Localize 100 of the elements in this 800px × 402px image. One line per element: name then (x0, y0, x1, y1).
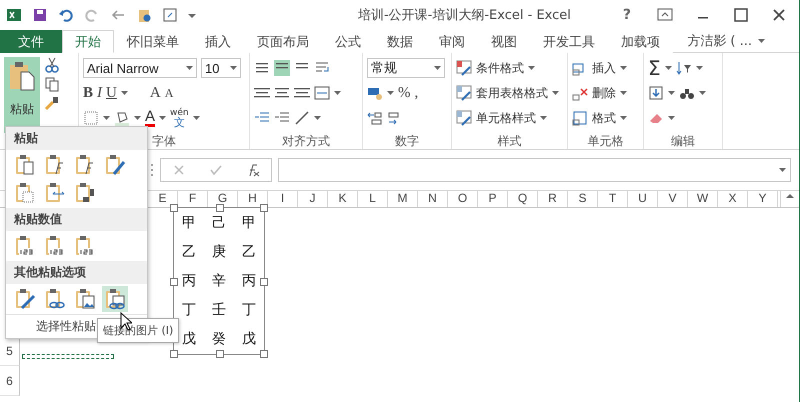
table-style-icon[interactable] (456, 110, 472, 126)
column-header[interactable]: V (658, 191, 688, 207)
column-header[interactable]: U (628, 191, 658, 207)
text-orientation-icon[interactable] (294, 110, 310, 126)
column-header[interactable]: N (418, 191, 448, 207)
cells-command[interactable]: 格式 (592, 110, 616, 126)
formula-input[interactable] (278, 158, 791, 182)
percent-button[interactable]: % (398, 84, 410, 102)
scroll-up-icon[interactable] (785, 191, 795, 201)
customize-icon[interactable] (188, 11, 196, 19)
cut-icon[interactable] (44, 57, 60, 73)
table-style-icon[interactable] (456, 85, 472, 101)
caret-icon[interactable] (668, 91, 675, 95)
column-header[interactable]: T (598, 191, 628, 207)
column-header[interactable]: K (328, 191, 358, 207)
autosum-button[interactable]: Σ (648, 56, 661, 80)
caret-icon[interactable] (620, 66, 627, 70)
resize-handle[interactable] (216, 350, 224, 358)
copy-icon[interactable] (44, 76, 60, 92)
increase-font-button[interactable]: A (150, 84, 161, 102)
paste-special-item[interactable]: 选择性粘贴 (36, 319, 96, 333)
caret-icon[interactable] (434, 66, 441, 70)
bold-button[interactable]: B (83, 84, 94, 102)
cells-icon[interactable] (572, 110, 588, 126)
cells-command[interactable]: 删除 (592, 84, 616, 102)
column-header[interactable]: Q (508, 191, 538, 207)
column-header[interactable]: P (478, 191, 508, 207)
caret-icon[interactable] (186, 66, 193, 70)
fill-color-icon[interactable] (114, 110, 130, 126)
caret-icon[interactable] (758, 39, 765, 43)
maximize-icon[interactable] (733, 7, 749, 23)
column-header[interactable]: J (298, 191, 328, 207)
phonetic-button[interactable]: wén 文 (170, 108, 189, 128)
sort-filter-icon[interactable] (676, 60, 692, 76)
decrease-font-button[interactable]: A (164, 86, 174, 100)
row-header[interactable]: 6 (0, 366, 20, 396)
merge-center-icon[interactable] (314, 85, 330, 101)
caret-icon[interactable] (134, 116, 141, 120)
undo-icon[interactable] (58, 7, 74, 23)
styles-command[interactable]: 单元格样式 (476, 110, 536, 126)
fill-icon[interactable] (648, 85, 664, 101)
caret-icon[interactable] (528, 66, 535, 70)
column-header[interactable]: X (718, 191, 748, 207)
caret-icon[interactable] (334, 91, 341, 95)
ribbon-tab[interactable]: 开始 (62, 30, 114, 53)
number-format-field[interactable]: 常规 (367, 58, 445, 78)
cells-command[interactable]: 插入 (592, 60, 616, 76)
currency-icon[interactable] (367, 85, 383, 101)
resize-handle[interactable] (260, 350, 268, 358)
clipboard-icon[interactable] (136, 7, 152, 23)
column-header[interactable]: Y (748, 191, 778, 207)
account-menu[interactable]: 方洁影 ( ... (687, 32, 752, 50)
screen-icon[interactable] (162, 7, 178, 23)
resize-handle[interactable] (170, 204, 178, 212)
caret-icon[interactable] (620, 91, 627, 95)
caret-icon[interactable] (314, 116, 321, 120)
increase-decimal-icon[interactable] (367, 110, 383, 126)
help-button[interactable]: ? (622, 7, 631, 23)
borders-icon[interactable] (83, 110, 99, 126)
caret-icon[interactable] (699, 91, 706, 95)
styles-command[interactable]: 条件格式 (476, 60, 524, 76)
resize-handle[interactable] (260, 204, 268, 212)
close-icon[interactable] (771, 7, 787, 23)
caret-icon[interactable] (620, 116, 627, 120)
font-name-field[interactable]: Arial Narrow (83, 58, 197, 78)
caret-icon[interactable] (779, 168, 786, 172)
file-tab[interactable]: 文件 (0, 30, 62, 53)
resize-handle[interactable] (216, 204, 224, 212)
font-size-field[interactable]: 10 (201, 58, 241, 78)
caret-icon[interactable] (552, 91, 559, 95)
paste-button[interactable]: 粘贴 (4, 57, 40, 133)
caret-icon[interactable] (159, 116, 166, 120)
format-painter-icon[interactable] (44, 95, 60, 111)
ribbon-display-icon[interactable] (657, 7, 673, 23)
caret-icon[interactable] (192, 116, 200, 120)
paste-option[interactable] (102, 286, 128, 312)
resize-handle[interactable] (170, 350, 178, 358)
caret-icon[interactable] (103, 116, 110, 120)
linked-picture[interactable]: 甲 己 甲 乙 庚 乙 丙 辛 丙 丁 壬 丁 戊 癸 戊 (173, 207, 265, 355)
italic-button[interactable]: I (97, 84, 102, 102)
resize-handle[interactable] (170, 278, 178, 286)
resize-handle[interactable] (260, 278, 268, 286)
styles-command[interactable]: 套用表格格式 (476, 84, 548, 102)
caret-icon[interactable] (230, 66, 237, 70)
column-header[interactable]: O (448, 191, 478, 207)
column-header[interactable]: S (568, 191, 598, 207)
comma-button[interactable]: , (414, 84, 418, 102)
column-header[interactable]: L (358, 191, 388, 207)
caret-icon[interactable] (664, 66, 672, 70)
caret-icon[interactable] (540, 116, 547, 120)
caret-icon[interactable] (696, 66, 703, 70)
column-header[interactable]: M (388, 191, 418, 207)
caret-icon[interactable] (668, 116, 675, 120)
save-icon[interactable] (32, 7, 48, 23)
underline-button[interactable]: U (106, 84, 117, 102)
caret-icon[interactable] (387, 91, 394, 95)
table-style-icon[interactable] (456, 60, 472, 76)
column-header[interactable]: W (688, 191, 718, 207)
column-header[interactable]: R (538, 191, 568, 207)
caret-icon[interactable] (120, 91, 128, 95)
